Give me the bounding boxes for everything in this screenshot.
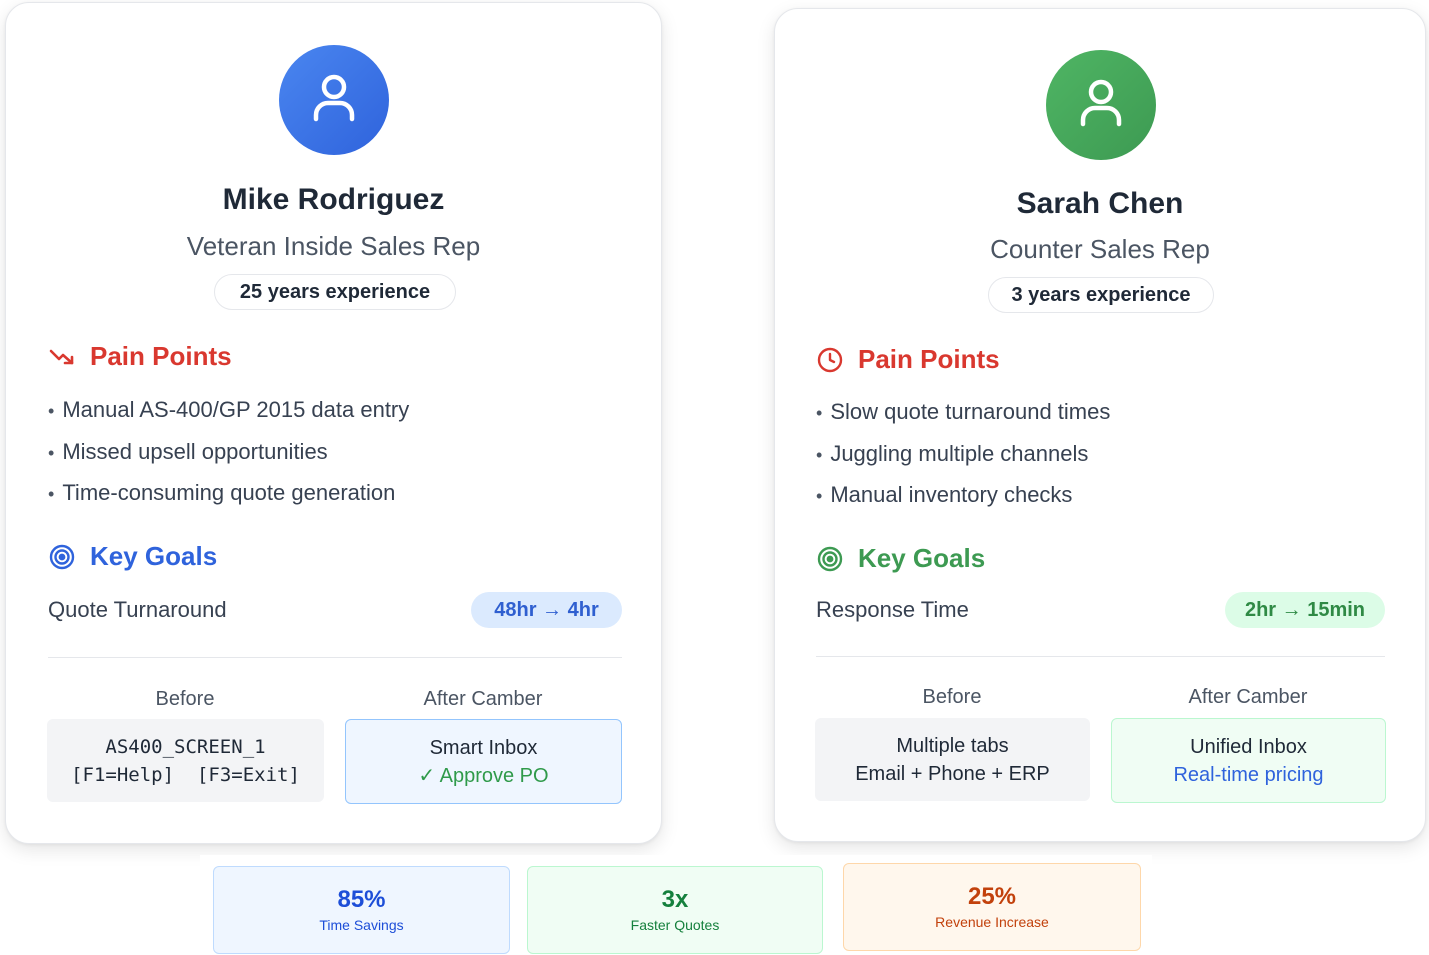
persona-name: Sarah Chen	[1016, 187, 1184, 220]
pain-points-heading: Pain Points	[816, 344, 1000, 375]
before-line-1: AS400_SCREEN_1	[105, 735, 266, 758]
avatar	[279, 45, 389, 155]
after-line-2: ✓ Approve PO	[418, 764, 549, 787]
after-label: After Camber	[423, 688, 543, 710]
goal-metric-label: Quote Turnaround	[48, 597, 227, 622]
experience-badge: 3 years experience	[988, 277, 1214, 313]
key-goals-title: Key Goals	[90, 541, 218, 571]
persona-name: Mike Rodriguez	[222, 183, 445, 216]
goal-metric-badge: 48hr → 4hr	[471, 592, 622, 628]
divider	[816, 656, 1385, 657]
before-label: Before	[922, 686, 982, 708]
key-goals-heading: Key Goals	[48, 541, 217, 572]
stat-revenue-increase: 25% Revenue Increase	[843, 863, 1141, 951]
stat-faster-quotes: 3x Faster Quotes	[527, 866, 823, 954]
after-panel: Smart Inbox ✓ Approve PO	[345, 719, 622, 804]
before-label: Before	[155, 688, 215, 710]
persona-card-mike: Mike Rodriguez Veteran Inside Sales Rep …	[5, 2, 662, 844]
after-line-1: Smart Inbox	[429, 736, 538, 759]
target-icon	[816, 545, 844, 573]
key-goals-heading: Key Goals	[816, 543, 985, 574]
pain-points-list: Manual AS-400/GP 2015 data entry Missed …	[48, 395, 409, 520]
persona-role: Counter Sales Rep	[990, 234, 1210, 264]
stat-value: 85%	[337, 886, 386, 913]
after-line-1: Unified Inbox	[1190, 735, 1307, 758]
before-line-2: [F1=Help] [F3=Exit]	[71, 763, 300, 786]
user-icon	[312, 73, 356, 128]
list-item: Manual inventory checks	[816, 480, 1110, 522]
after-line-2: Real-time pricing	[1173, 763, 1324, 786]
list-item: Slow quote turnaround times	[816, 397, 1110, 439]
user-icon	[1079, 78, 1123, 133]
after-panel: Unified Inbox Real-time pricing	[1111, 718, 1386, 803]
stat-time-savings: 85% Time Savings	[213, 866, 510, 954]
after-label: After Camber	[1188, 686, 1308, 708]
persona-comparison: Mike Rodriguez Veteran Inside Sales Rep …	[0, 0, 1429, 955]
persona-card-sarah: Sarah Chen Counter Sales Rep 3 years exp…	[774, 8, 1426, 842]
stat-label: Faster Quotes	[630, 917, 720, 933]
persona-role: Veteran Inside Sales Rep	[186, 231, 481, 261]
pain-points-list: Slow quote turnaround times Juggling mul…	[816, 397, 1110, 522]
key-goals-title: Key Goals	[858, 543, 986, 573]
clock-icon	[816, 346, 844, 374]
target-icon	[48, 543, 76, 571]
list-item: Missed upsell opportunities	[48, 437, 409, 479]
pain-points-heading: Pain Points	[48, 341, 232, 372]
list-item: Manual AS-400/GP 2015 data entry	[48, 395, 409, 437]
before-line-1: Multiple tabs	[896, 734, 1009, 757]
stat-value: 25%	[967, 883, 1017, 910]
list-item: Juggling multiple channels	[816, 439, 1110, 481]
pain-points-title: Pain Points	[90, 341, 232, 371]
pain-points-title: Pain Points	[858, 344, 1000, 374]
list-item: Time-consuming quote generation	[48, 478, 409, 520]
divider	[48, 657, 622, 658]
avatar	[1046, 50, 1156, 160]
stat-label: Time Savings	[319, 917, 404, 933]
trending-down-icon	[48, 343, 76, 371]
before-line-2: Email + Phone + ERP	[855, 762, 1050, 785]
stat-value: 3x	[661, 886, 689, 913]
stat-label: Revenue Increase	[935, 914, 1049, 930]
goal-metric-label: Response Time	[816, 597, 969, 622]
before-panel: Multiple tabs Email + Phone + ERP	[815, 718, 1090, 801]
before-panel: AS400_SCREEN_1 [F1=Help] [F3=Exit]	[47, 719, 324, 802]
experience-badge: 25 years experience	[214, 274, 456, 310]
goal-metric-badge: 2hr → 15min	[1225, 592, 1385, 628]
